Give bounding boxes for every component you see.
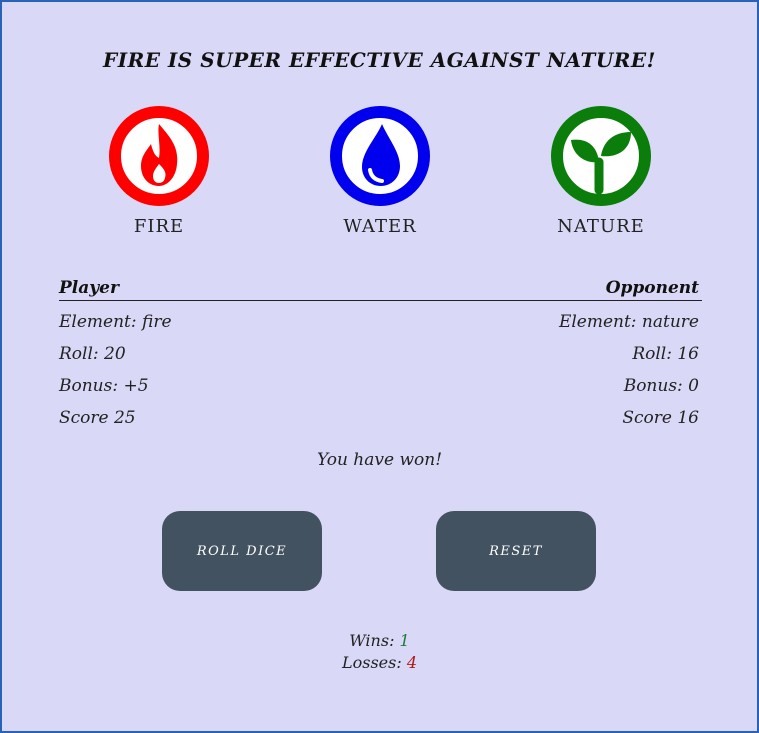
reset-button[interactable]: RESET	[436, 511, 596, 591]
element-label: WATER	[343, 216, 417, 237]
element-label: FIRE	[133, 216, 185, 237]
player-roll: Roll: 20	[59, 344, 126, 364]
opponent-heading: Opponent	[605, 278, 699, 298]
losses-count: 4	[406, 653, 418, 672]
player-element: Element: fire	[59, 312, 172, 332]
player-score: Score 25	[59, 408, 136, 428]
water-drop-icon	[330, 106, 430, 206]
player-heading: Player	[59, 278, 119, 298]
element-fire[interactable]: FIRE	[79, 106, 239, 237]
effectiveness-banner: FIRE IS SUPER EFFECTIVE AGAINST NATURE!	[103, 48, 656, 72]
element-nature[interactable]: NATURE	[521, 106, 681, 237]
opponent-bonus: Bonus: 0	[623, 376, 699, 396]
sprout-icon	[551, 106, 651, 206]
game-panel: FIRE IS SUPER EFFECTIVE AGAINST NATURE! …	[0, 0, 759, 733]
result-message: You have won!	[316, 450, 443, 470]
wins-count: 1	[399, 631, 410, 650]
opponent-element: Element: nature	[558, 312, 699, 332]
opponent-score: Score 16	[622, 408, 699, 428]
losses-label: Losses:	[341, 653, 407, 672]
flame-icon	[109, 106, 209, 206]
wins-line: Wins: 1	[2, 631, 757, 650]
player-bonus: Bonus: +5	[59, 376, 149, 396]
element-label: NATURE	[557, 216, 645, 237]
opponent-roll: Roll: 16	[632, 344, 699, 364]
divider	[59, 300, 702, 301]
roll-dice-button[interactable]: ROLL DICE	[162, 511, 322, 591]
element-water[interactable]: WATER	[300, 106, 460, 237]
losses-line: Losses: 4	[2, 653, 757, 672]
wins-label: Wins:	[349, 631, 400, 650]
